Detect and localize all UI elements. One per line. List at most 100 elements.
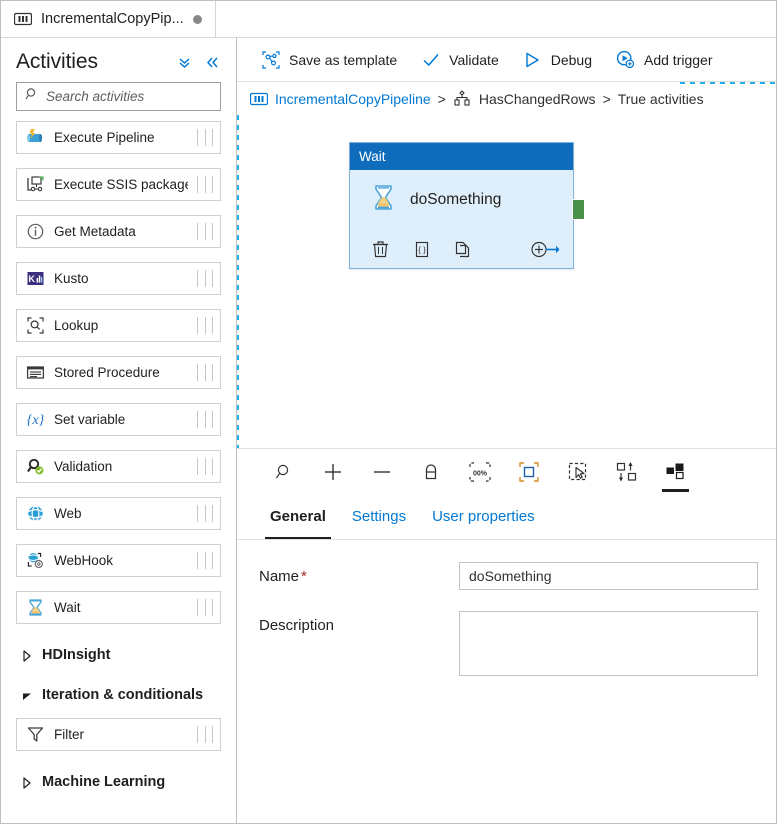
activity-node-body: doSomething bbox=[350, 170, 573, 230]
activity-group-iteration-conditionals[interactable]: Iteration & conditionals bbox=[16, 678, 221, 712]
save-as-template-icon bbox=[261, 50, 280, 69]
add-output-arrow-icon[interactable] bbox=[530, 239, 560, 260]
drag-handle-icon[interactable] bbox=[197, 725, 213, 744]
activity-item-label: Set variable bbox=[54, 412, 126, 427]
tab-general[interactable]: General bbox=[257, 494, 339, 539]
activity-item-wait[interactable]: Wait bbox=[16, 591, 221, 624]
auto-align-icon[interactable] bbox=[602, 452, 651, 492]
zoom-icon[interactable] bbox=[259, 452, 308, 492]
lock-icon[interactable] bbox=[406, 452, 455, 492]
activity-item-filter[interactable]: Filter bbox=[16, 718, 221, 751]
fit-to-screen-icon[interactable] bbox=[504, 452, 553, 492]
svg-text:{ }: { } bbox=[418, 245, 426, 254]
drag-handle-icon[interactable] bbox=[197, 504, 213, 523]
drag-handle-icon[interactable] bbox=[197, 363, 213, 382]
webhook-icon bbox=[26, 551, 45, 570]
unsaved-indicator-dot bbox=[192, 14, 202, 24]
properties-tabs: General Settings User properties bbox=[237, 494, 776, 540]
validate-button[interactable]: Validate bbox=[409, 43, 511, 77]
drop-zone-left-dashed-line bbox=[237, 115, 239, 448]
activity-item-label: WebHook bbox=[54, 553, 114, 568]
name-field-label: Name * bbox=[259, 562, 459, 585]
hourglass-icon bbox=[371, 184, 396, 216]
tabstrip-empty-area bbox=[215, 1, 776, 37]
editor-body: Activities Search activities Execute Pip… bbox=[1, 38, 776, 823]
activities-list: Execute Pipeline Execute SSIS package Get … bbox=[1, 121, 236, 823]
document-tab-pipeline[interactable]: IncrementalCopyPip... bbox=[1, 1, 216, 37]
description-textarea[interactable] bbox=[459, 611, 758, 676]
activity-item-web[interactable]: Web bbox=[16, 497, 221, 530]
copy-icon[interactable] bbox=[452, 239, 473, 260]
chevron-right-icon bbox=[22, 776, 32, 789]
zoom-100-percent-icon[interactable]: 00% bbox=[455, 452, 504, 492]
execute-pipeline-icon bbox=[26, 128, 45, 147]
activity-item-execute-ssis-package[interactable]: Execute SSIS package bbox=[16, 168, 221, 201]
activity-item-execute-pipeline[interactable]: Execute Pipeline bbox=[16, 121, 221, 154]
name-field-row: Name * bbox=[259, 562, 758, 590]
drag-handle-icon[interactable] bbox=[197, 128, 213, 147]
selection-tool-icon[interactable] bbox=[553, 452, 602, 492]
lookup-icon bbox=[26, 316, 45, 335]
drag-handle-icon[interactable] bbox=[197, 316, 213, 335]
search-input[interactable] bbox=[46, 89, 225, 104]
debug-button[interactable]: Debug bbox=[511, 43, 604, 77]
breadcrumb-separator-1: > bbox=[437, 90, 446, 107]
drag-handle-icon[interactable] bbox=[197, 457, 213, 476]
double-chevron-left-icon[interactable] bbox=[201, 51, 223, 73]
save-as-template-label: Save as template bbox=[289, 51, 398, 68]
wait-icon bbox=[26, 598, 45, 617]
activity-item-label: Kusto bbox=[54, 271, 89, 286]
add-trigger-label: Add trigger bbox=[644, 51, 713, 68]
activity-item-get-metadata[interactable]: Get Metadata bbox=[16, 215, 221, 248]
activity-output-handle[interactable] bbox=[572, 199, 585, 220]
activity-item-webhook[interactable]: WebHook bbox=[16, 544, 221, 577]
get-metadata-icon bbox=[26, 222, 45, 241]
drag-handle-icon[interactable] bbox=[197, 222, 213, 241]
layout-icon[interactable] bbox=[651, 452, 700, 492]
activity-node-wait[interactable]: Wait doSomething {} bbox=[349, 142, 585, 269]
pipeline-canvas[interactable]: Wait doSomething {} bbox=[237, 115, 776, 448]
pipeline-command-bar: Save as template Validate Debug Add trig… bbox=[237, 38, 776, 82]
activities-panel: Activities Search activities Execute Pip… bbox=[1, 38, 237, 823]
activity-item-validation[interactable]: Validation bbox=[16, 450, 221, 483]
breadcrumb-pipeline-link[interactable]: IncrementalCopyPipeline bbox=[275, 91, 431, 107]
code-braces-icon[interactable]: { } bbox=[411, 239, 432, 260]
activity-item-label: Execute Pipeline bbox=[54, 130, 155, 145]
save-as-template-button[interactable]: Save as template bbox=[249, 43, 409, 77]
debug-label: Debug bbox=[550, 51, 592, 68]
pipeline-workspace: Save as template Validate Debug Add trig… bbox=[237, 38, 776, 823]
required-asterisk: * bbox=[301, 568, 307, 585]
search-icon bbox=[25, 87, 39, 106]
drag-handle-icon[interactable] bbox=[197, 410, 213, 429]
drag-handle-icon[interactable] bbox=[197, 175, 213, 194]
tab-settings[interactable]: Settings bbox=[339, 494, 419, 539]
activity-item-label: Lookup bbox=[54, 318, 99, 333]
activity-group-hdinsight[interactable]: HDInsight bbox=[16, 638, 221, 672]
zoom-in-icon[interactable] bbox=[308, 452, 357, 492]
chevron-down-icon bbox=[22, 689, 32, 701]
delete-icon[interactable] bbox=[370, 239, 391, 260]
drag-handle-icon[interactable] bbox=[197, 551, 213, 570]
drag-handle-icon[interactable] bbox=[197, 598, 213, 617]
breadcrumb-separator-2: > bbox=[602, 90, 611, 107]
drag-handle-icon[interactable] bbox=[197, 269, 213, 288]
activity-group-machine-learning[interactable]: Machine Learning bbox=[16, 765, 221, 799]
zoom-out-icon[interactable] bbox=[357, 452, 406, 492]
add-trigger-button[interactable]: Add trigger bbox=[604, 43, 724, 77]
activity-node-header: Wait bbox=[350, 143, 573, 170]
activity-item-set-variable[interactable]: {x} Set variable bbox=[16, 403, 221, 436]
activity-group-label: Iteration & conditionals bbox=[42, 687, 204, 703]
activity-item-stored-procedure[interactable]: Stored Procedure bbox=[16, 356, 221, 389]
execute-ssis-icon bbox=[26, 175, 45, 194]
double-chevron-down-icon[interactable] bbox=[173, 51, 195, 73]
svg-text:K: K bbox=[28, 274, 35, 284]
activity-item-kusto[interactable]: K Kusto bbox=[16, 262, 221, 295]
activity-item-lookup[interactable]: Lookup bbox=[16, 309, 221, 342]
activity-group-label: Machine Learning bbox=[42, 774, 166, 790]
search-activities-box[interactable] bbox=[16, 82, 225, 111]
search-activities-wrapper bbox=[1, 82, 236, 121]
tab-user-properties[interactable]: User properties bbox=[419, 494, 548, 539]
name-input[interactable] bbox=[459, 562, 758, 590]
validation-icon bbox=[26, 457, 45, 476]
activity-group-label: HDInsight bbox=[42, 647, 111, 663]
